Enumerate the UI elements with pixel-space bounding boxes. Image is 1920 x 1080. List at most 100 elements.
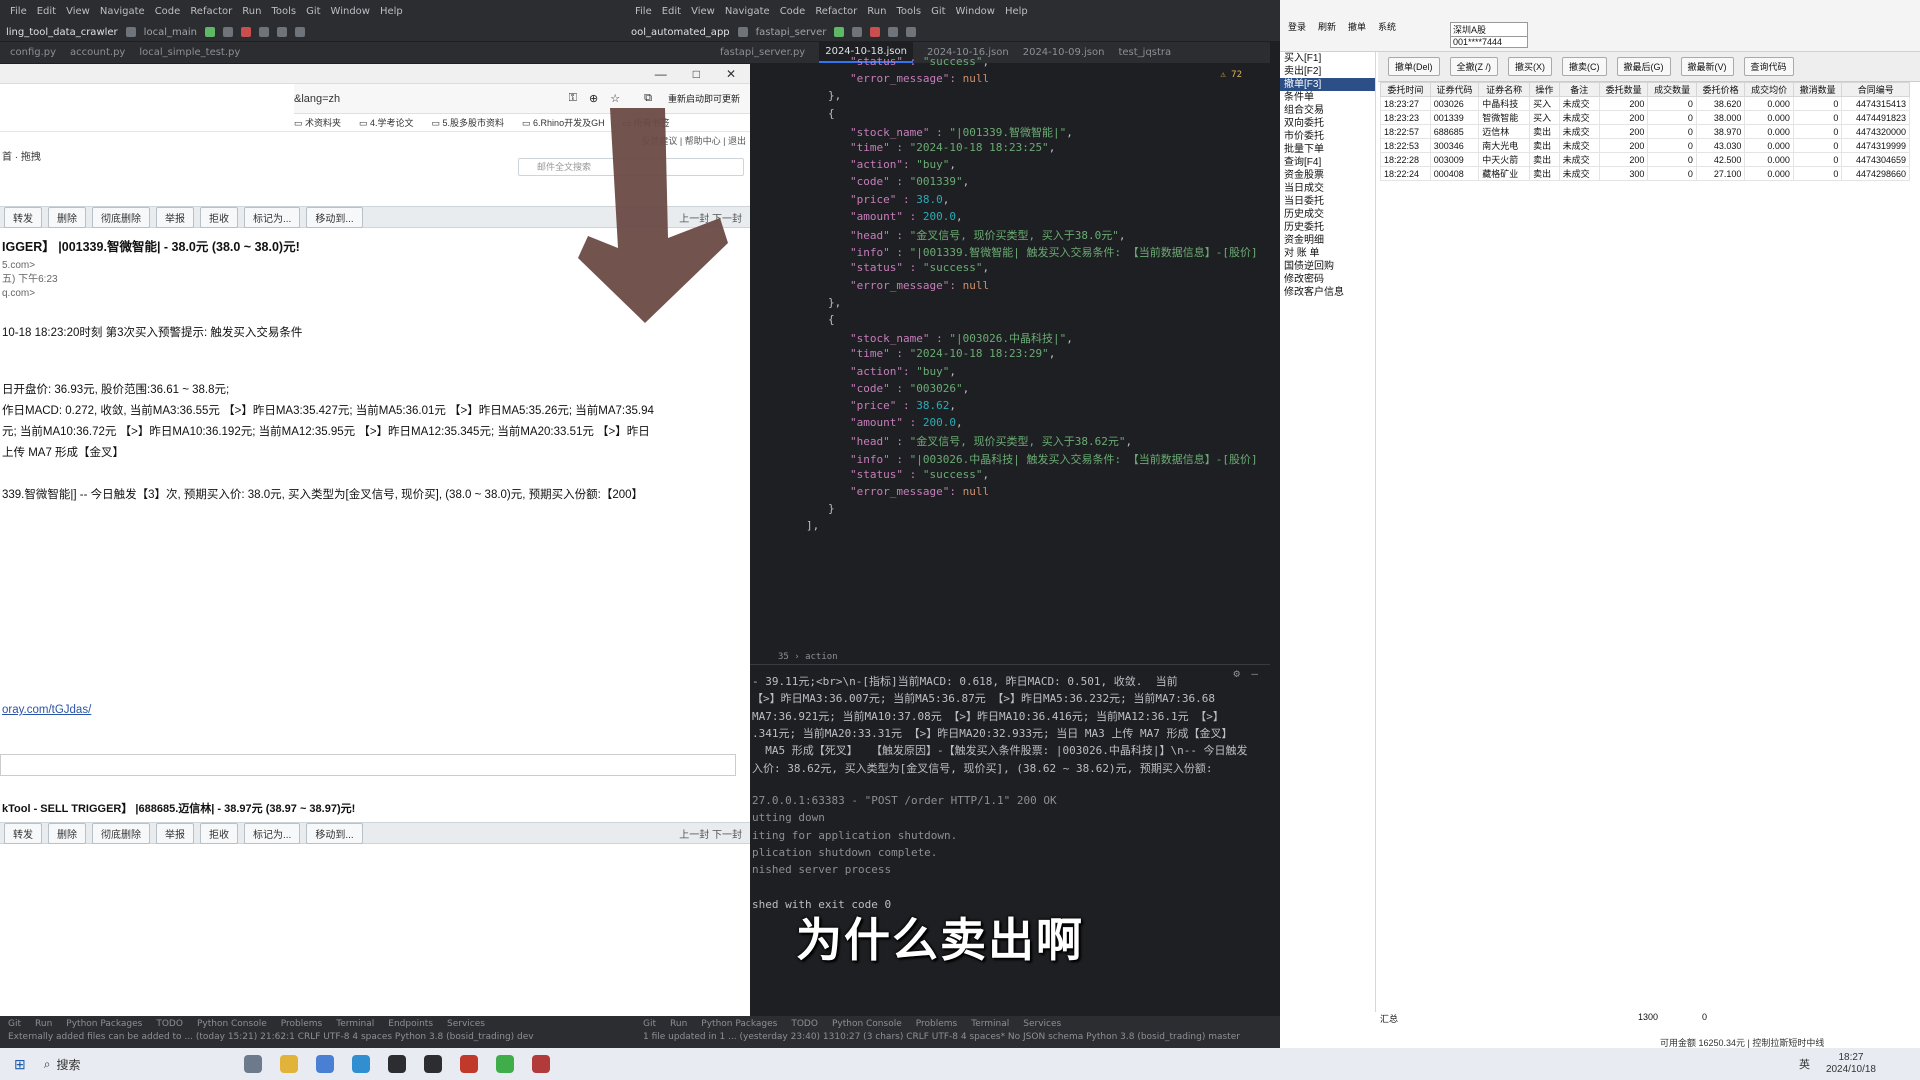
mail-toolbar-button[interactable]: 标记为... [244,206,301,228]
menu-edit[interactable]: Edit [37,6,56,17]
order-action-button[interactable]: 撤买(X) [1508,57,1552,76]
todo-tab[interactable]: TODO [156,1019,183,1029]
editor-tab[interactable]: 2024-10-09.json [1023,47,1105,58]
reply-box[interactable] [0,754,736,776]
column-header[interactable]: 委托价格 [1695,82,1746,97]
extension-icon[interactable]: ⧉ [644,92,652,105]
services-tab[interactable]: Services [447,1019,485,1029]
taskbar-search-icon[interactable]: ⌕ [44,1057,51,1072]
order-action-button[interactable]: 撤卖(C) [1562,57,1607,76]
project-selector-right[interactable]: ool_automated_app [631,27,730,38]
side-menu-item[interactable]: 批量下单 [1280,143,1375,156]
column-header[interactable]: 成交均价 [1744,82,1794,97]
trading-app-icon[interactable] [532,1055,551,1073]
mail-toolbar-button[interactable]: 彻底删除 [92,822,150,844]
menu-file-right[interactable]: File [635,6,652,17]
mail-toolbar-button[interactable]: 移动到... [306,206,363,228]
menu-help-right[interactable]: Help [1005,6,1028,17]
mail-toolbar-button[interactable]: 转发 [4,822,42,844]
order-action-button[interactable]: 撤最新(V) [1680,57,1734,76]
menu-refactor[interactable]: Refactor [190,6,232,17]
side-menu-item[interactable]: 查询[F4] [1280,156,1375,169]
column-header[interactable]: 操作 [1529,82,1560,97]
menu-run-right[interactable]: Run [867,6,886,17]
trade-top-button[interactable]: 撤单 [1348,20,1366,33]
trade-top-button[interactable]: 系统 [1378,20,1396,33]
column-header[interactable]: 合同编号 [1841,82,1910,97]
search-icon[interactable] [294,27,305,37]
side-menu-item[interactable]: 当日委托 [1280,195,1375,208]
zoom-icon[interactable]: ⊕ [589,92,598,105]
console-tab-right[interactable]: Python Console [832,1019,902,1029]
bookmark-item[interactable]: ▭ 5.股多股市资料 [432,116,505,129]
update-button[interactable]: 重新启动即可更新 [668,92,740,105]
column-header[interactable]: 撤消数量 [1792,82,1843,97]
maximize-icon[interactable]: □ [693,67,700,81]
problems-tab[interactable]: Problems [281,1019,322,1029]
menu-navigate-right[interactable]: Navigate [725,6,770,17]
wechat-icon[interactable] [496,1055,515,1073]
url-text[interactable]: &lang=zh [294,93,569,105]
debug-icon[interactable] [222,27,233,37]
menu-edit-right[interactable]: Edit [662,6,681,17]
mail-toolbar-button[interactable]: 标记为... [244,822,301,844]
problems-tab-right[interactable]: Problems [916,1019,957,1029]
table-row[interactable]: 18:22:28 003009 中天火箭 卖出 未成交 200 0 42.500 0.000 0 4… [1380,152,1910,167]
mail-toolbar-button[interactable]: 拒收 [200,822,238,844]
editor-tab[interactable]: test_jqstra [1118,47,1171,58]
order-action-button[interactable]: 查询代码 [1743,57,1794,76]
side-menu-item[interactable]: 修改客户信息 [1280,286,1375,299]
terminal-tab[interactable]: Terminal [336,1019,374,1029]
search-icon[interactable] [888,27,899,37]
side-menu-item[interactable]: 买入[F1] [1280,52,1375,65]
menu-code[interactable]: Code [155,6,181,17]
file-explorer-icon[interactable] [280,1055,299,1073]
minimize-icon[interactable]: — [655,67,667,81]
table-row[interactable]: 18:22:24 000408 藏格矿业 卖出 未成交 300 0 27.100 0.000 0 4… [1380,166,1910,181]
pycharm-icon-2[interactable] [424,1055,443,1073]
mail-subject-2[interactable]: kTool - SELL TRIGGER】 |688685.迈信林| - 38.… [0,800,355,816]
side-menu-item[interactable]: 历史成交 [1280,208,1375,221]
column-header[interactable]: 委托时间 [1380,82,1431,97]
input-language[interactable]: 英 [1799,1056,1810,1072]
branch-icon[interactable] [125,27,136,37]
star-icon[interactable]: ☆ [610,92,620,105]
run-icon[interactable] [834,27,845,37]
menu-navigate[interactable]: Navigate [100,6,145,17]
stop-icon[interactable] [240,27,251,37]
pycharm-icon[interactable] [388,1055,407,1073]
taskbar-search-input[interactable]: 搜索 [56,1056,226,1073]
run-tab[interactable]: Run [35,1019,52,1029]
side-menu-item[interactable]: 资金股票 [1280,169,1375,182]
mail-toolbar-button[interactable]: 拒收 [200,206,238,228]
menu-window[interactable]: Window [331,6,370,17]
side-menu-item[interactable]: 修改密码 [1280,273,1375,286]
editor-tab[interactable]: fastapi_server.py [720,47,805,58]
table-row[interactable]: 18:23:23 001339 智微智能 买入 未成交 200 0 38.000 0.000 0 4… [1380,110,1910,125]
column-header[interactable]: 备注 [1558,82,1600,97]
menu-help[interactable]: Help [380,6,403,17]
mail-toolbar-button[interactable]: 移动到... [306,822,363,844]
edge-icon[interactable] [352,1055,371,1073]
mail-toolbar-button[interactable]: 转发 [4,206,42,228]
menu-file[interactable]: File [10,6,27,17]
branch-icon[interactable] [737,27,748,37]
console-hide-icon[interactable]: — [1251,667,1258,680]
side-menu-item[interactable]: 国债逆回购 [1280,260,1375,273]
run-config-selector-right[interactable]: fastapi_server [756,27,827,38]
chrome-icon[interactable] [316,1055,335,1073]
table-row[interactable]: 18:22:53 300346 南大光电 卖出 未成交 200 0 43.030 0.000 0 4… [1380,138,1910,153]
side-menu-item[interactable]: 卖出[F2] [1280,65,1375,78]
mail-toolbar-button[interactable]: 删除 [48,206,86,228]
close-icon[interactable]: ✕ [726,67,736,81]
side-menu-item[interactable]: 条件单 [1280,91,1375,104]
menu-tools-right[interactable]: Tools [896,6,921,17]
git-tab[interactable]: Git [8,1019,21,1029]
mail-toolbar-button[interactable]: 彻底删除 [92,206,150,228]
menu-tools[interactable]: Tools [271,6,296,17]
stop-icon[interactable] [870,27,881,37]
tab-local[interactable]: local_simple_test.py [139,47,240,58]
side-menu-item[interactable]: 当日成交 [1280,182,1375,195]
debug-icon[interactable] [852,27,863,37]
wps-icon[interactable] [460,1055,479,1073]
